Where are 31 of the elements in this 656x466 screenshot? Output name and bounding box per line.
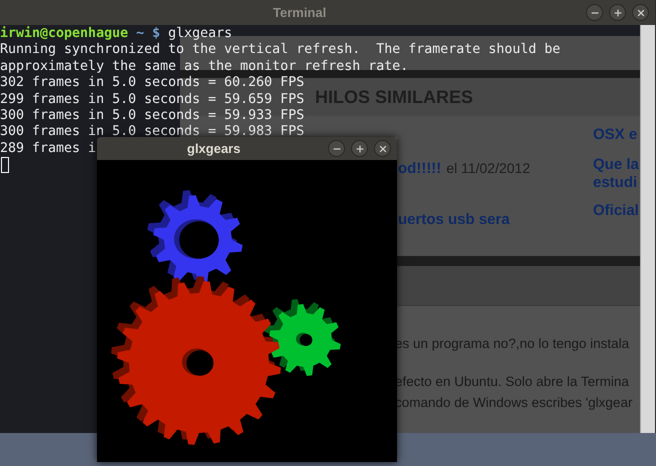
window-title: Terminal (273, 4, 326, 22)
post-text: comando de Windows escribes 'glxgear (395, 394, 634, 412)
thread-link[interactable]: OSX e (593, 126, 639, 144)
plus-icon (354, 144, 364, 154)
output-line: 299 frames in 5.0 seconds = 59.659 FPS (0, 92, 304, 108)
close-button[interactable] (632, 4, 649, 21)
output-line: 300 frames in 5.0 seconds = 59.933 FPS (0, 108, 304, 124)
text-cursor (1, 157, 9, 174)
window-title: glxgears (187, 140, 240, 158)
close-icon (636, 8, 646, 18)
minimize-button[interactable] (586, 4, 603, 21)
output-line: 302 frames in 5.0 seconds = 60.260 FPS (0, 75, 304, 92)
prompt-path: ~ (136, 26, 144, 42)
plus-icon (612, 8, 622, 18)
thread-link[interactable]: estudi (593, 174, 639, 192)
close-button[interactable] (374, 140, 391, 157)
maximize-button[interactable] (609, 4, 626, 21)
output-line: 300 frames in 5.0 seconds = 59.983 FPS (0, 124, 304, 141)
command-text: glxgears (168, 26, 232, 42)
output-line: approximately the same as the monitor refresh rate. (0, 58, 408, 76)
maximize-button[interactable] (351, 140, 368, 157)
prompt-user: irwin@copenhague (0, 26, 128, 42)
thread-link[interactable]: uertos usb sera (398, 208, 510, 231)
prompt-symbol: $ (152, 26, 160, 42)
output-line: Running synchronized to the vertical refresh. The framerate should be (0, 42, 560, 59)
close-icon (378, 144, 388, 154)
output-line: 289 frames i (0, 140, 96, 158)
minimize-button[interactable] (328, 140, 345, 157)
thread-link[interactable]: Que la (593, 156, 639, 174)
thread-link[interactable]: od!!!!! (398, 158, 442, 180)
thread-link[interactable]: Oficial (593, 202, 639, 220)
